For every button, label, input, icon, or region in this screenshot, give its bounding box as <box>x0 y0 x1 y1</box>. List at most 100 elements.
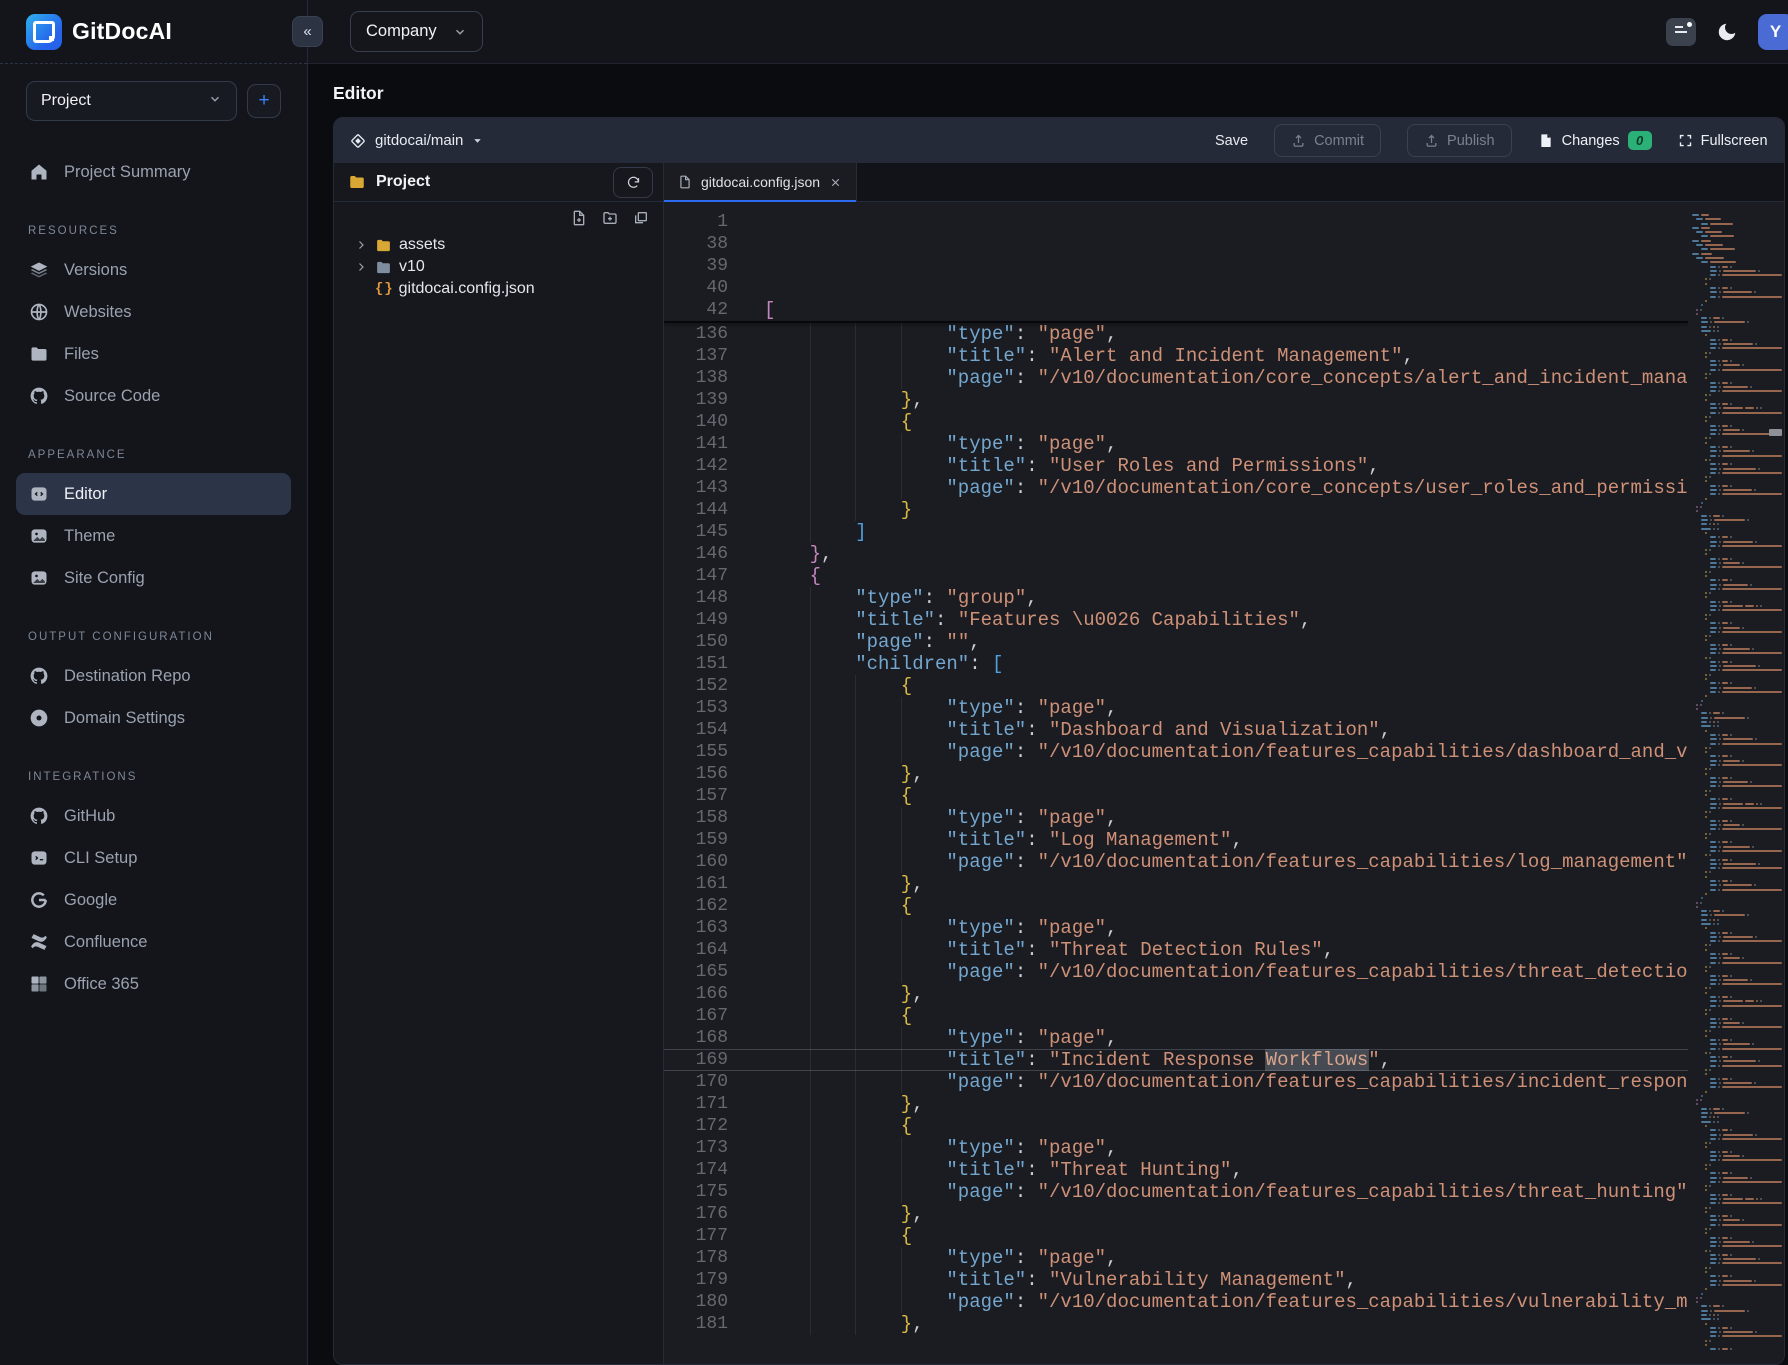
code-line-165: 165"page": "/v10/documentation/features_… <box>664 961 1688 983</box>
code-line-162: 162{ <box>664 895 1688 917</box>
sidebar-item-confluence[interactable]: Confluence <box>16 921 291 963</box>
sidebar-header: GitDocAI <box>0 0 307 64</box>
sidebar-item-websites[interactable]: Websites <box>16 291 291 333</box>
line-number: 1 <box>664 211 728 233</box>
code-line-180: 180"page": "/v10/documentation/features_… <box>664 1291 1688 1313</box>
line-number: 180 <box>664 1291 728 1313</box>
dark-mode-toggle-icon[interactable] <box>1716 21 1738 43</box>
code-line-178: 178"type": "page", <box>664 1247 1688 1269</box>
code-line-172: 172{ <box>664 1115 1688 1137</box>
git-branch-icon <box>350 133 366 149</box>
sidebar-item-cli-setup[interactable]: CLI Setup <box>16 837 291 879</box>
line-number: 179 <box>664 1269 728 1291</box>
sidebar-item-editor[interactable]: Editor <box>16 473 291 515</box>
sidebar-item-label: Office 365 <box>64 975 139 994</box>
commit-button[interactable]: Commit <box>1274 124 1381 157</box>
home-icon <box>28 161 50 183</box>
sidebar-item-github[interactable]: GitHub <box>16 795 291 837</box>
user-avatar[interactable]: Y <box>1758 14 1788 50</box>
fullscreen-button[interactable]: Fullscreen <box>1678 133 1768 149</box>
line-number: 175 <box>664 1181 728 1203</box>
line-number: 157 <box>664 785 728 807</box>
sidebar-item-domain-settings[interactable]: Domain Settings <box>16 697 291 739</box>
line-number: 156 <box>664 763 728 785</box>
editor-toolbar: gitdocai/main Save Commit Publish <box>334 118 1784 163</box>
add-project-button[interactable]: + <box>247 84 281 118</box>
line-number: 177 <box>664 1225 728 1247</box>
sidebar-item-source-code[interactable]: Source Code <box>16 375 291 417</box>
code-editor[interactable]: 138394042[136"type": "page",137"title": … <box>664 202 1688 1364</box>
code-line-42: 42[ <box>664 299 1688 321</box>
code-line-170: 170"page": "/v10/documentation/features_… <box>664 1071 1688 1093</box>
line-number: 142 <box>664 455 728 477</box>
folder-icon <box>375 259 392 276</box>
line-number: 174 <box>664 1159 728 1181</box>
tab-gitdocai-config[interactable]: gitdocai.config.json <box>664 163 857 201</box>
company-select-label: Company <box>366 22 437 41</box>
tree-item-label: assets <box>399 236 445 254</box>
new-file-icon[interactable] <box>571 210 587 226</box>
tree-item-label: gitdocai.config.json <box>399 280 535 298</box>
code-line-153: 153"type": "page", <box>664 697 1688 719</box>
new-folder-icon[interactable] <box>602 210 618 226</box>
chevron-down-icon <box>453 25 467 39</box>
line-number: 155 <box>664 741 728 763</box>
sidebar-item-site-config[interactable]: Site Config <box>16 557 291 599</box>
branch-label: gitdocai/main <box>375 132 463 149</box>
line-number: 139 <box>664 389 728 411</box>
code-line-171: 171}, <box>664 1093 1688 1115</box>
code-line-168: 168"type": "page", <box>664 1027 1688 1049</box>
sidebar-item-google[interactable]: Google <box>16 879 291 921</box>
sidebar-item-destination-repo[interactable]: Destination Repo <box>16 655 291 697</box>
line-number: 162 <box>664 895 728 917</box>
tree-item-gitdocai-config-json[interactable]: { }gitdocai.config.json <box>355 278 663 300</box>
line-number: 173 <box>664 1137 728 1159</box>
close-icon[interactable] <box>829 176 842 189</box>
project-select[interactable]: Project <box>26 81 237 121</box>
tree-item-assets[interactable]: assets <box>355 234 663 256</box>
nav-section-header: RESOURCES <box>16 215 291 249</box>
line-number: 138 <box>664 367 728 389</box>
editor-card: gitdocai/main Save Commit Publish <box>333 117 1785 1365</box>
branch-select[interactable]: gitdocai/main <box>350 132 483 149</box>
file-tree-panel: Project assetsv10{ }gitdocai.config.json <box>334 163 664 1364</box>
changelog-icon[interactable] <box>1666 18 1696 46</box>
sidebar-item-project-summary[interactable]: Project Summary <box>16 151 291 193</box>
line-number: 163 <box>664 917 728 939</box>
sidebar-item-files[interactable]: Files <box>16 333 291 375</box>
code-line-143: 143"page": "/v10/documentation/core_conc… <box>664 477 1688 499</box>
sidebar-item-label: Source Code <box>64 387 160 406</box>
sidebar-item-label: CLI Setup <box>64 849 137 868</box>
company-select[interactable]: Company <box>350 11 483 52</box>
publish-button[interactable]: Publish <box>1407 124 1512 157</box>
sidebar: GitDocAI Project + Project Summary RESOUR… <box>0 0 308 1365</box>
sidebar-item-label: Theme <box>64 527 115 546</box>
code-line-148: 148"type": "group", <box>664 587 1688 609</box>
code-line-145: 145] <box>664 521 1688 543</box>
sidebar-item-office-365[interactable]: Office 365 <box>16 963 291 1005</box>
refresh-button[interactable] <box>613 167 653 198</box>
line-number: 160 <box>664 851 728 873</box>
upload-icon <box>1291 133 1306 148</box>
code-line-166: 166}, <box>664 983 1688 1005</box>
save-button[interactable]: Save <box>1215 133 1248 149</box>
code-line-154: 154"title": "Dashboard and Visualization… <box>664 719 1688 741</box>
sidebar-collapse-button[interactable]: « <box>292 16 323 47</box>
code-line-139: 139}, <box>664 389 1688 411</box>
upload-icon <box>1424 133 1439 148</box>
collapse-all-icon[interactable] <box>633 210 649 226</box>
sidebar-item-theme[interactable]: Theme <box>16 515 291 557</box>
sidebar-item-label: Project Summary <box>64 163 191 182</box>
minimap[interactable] <box>1688 202 1784 1364</box>
code-line-152: 152{ <box>664 675 1688 697</box>
tree-item-v10[interactable]: v10 <box>355 256 663 278</box>
sidebar-item-versions[interactable]: Versions <box>16 249 291 291</box>
changes-button[interactable]: Changes 0 <box>1538 131 1652 150</box>
sidebar-item-label: GitHub <box>64 807 115 826</box>
code-line-155: 155"page": "/v10/documentation/features_… <box>664 741 1688 763</box>
minimap-handle[interactable] <box>1769 429 1782 436</box>
code-line-150: 150"page": "", <box>664 631 1688 653</box>
sticky-scroll-separator <box>664 321 1688 323</box>
code-line-136: 136"type": "page", <box>664 323 1688 345</box>
line-number: 137 <box>664 345 728 367</box>
